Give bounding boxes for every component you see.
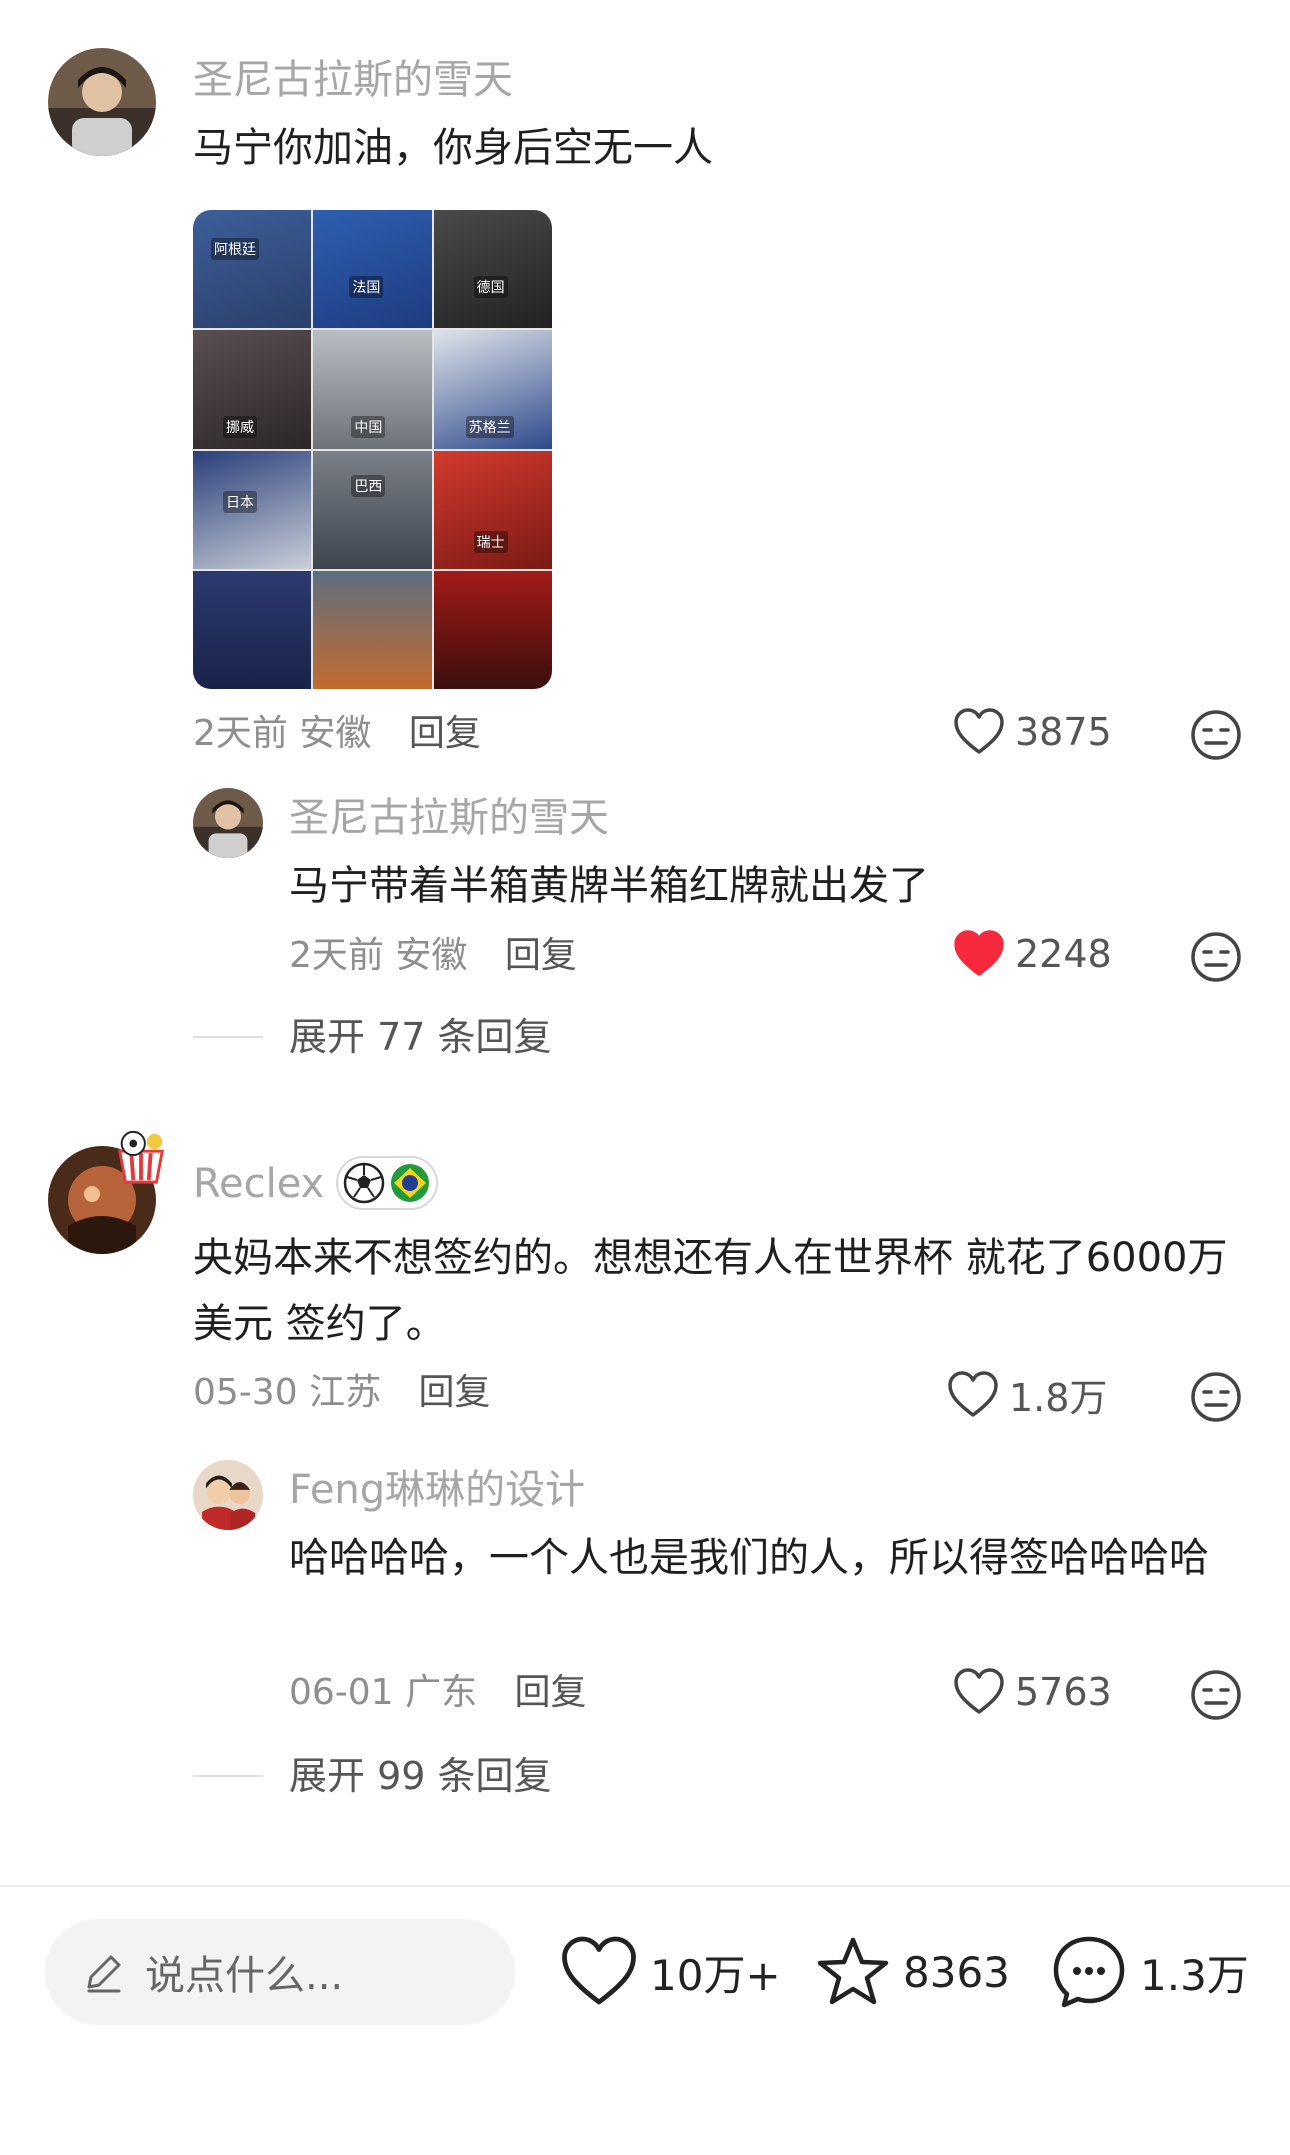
collage-cell: 瑞士	[433, 450, 552, 569]
comment-meta: 2天前 安徽 回复	[193, 716, 481, 752]
heart-icon	[948, 1370, 998, 1417]
comment-date: 05-30	[193, 1372, 298, 1413]
comment-meta: 05-30 江苏 回复	[193, 1375, 491, 1411]
reply-location: 广东	[405, 1672, 478, 1713]
soccer-badge-icon	[117, 1130, 165, 1184]
reply-date: 2天前	[289, 935, 384, 976]
reply-location: 安徽	[395, 935, 468, 976]
collage-cell: 阿根廷	[193, 210, 312, 329]
collage-label: 瑞士	[473, 530, 508, 553]
collage-cell: 挪威	[193, 330, 312, 449]
collage-cell: 日本	[193, 450, 312, 569]
collage-label: 挪威	[223, 416, 257, 439]
avatar[interactable]	[193, 788, 263, 858]
reply-text: 马宁带着半箱黄牌半箱红牌就出发了	[289, 863, 929, 909]
comment-location: 安徽	[299, 713, 372, 754]
collage-label: 中国	[351, 416, 386, 439]
avatar[interactable]	[193, 1460, 263, 1530]
reply-button[interactable]: 回复	[515, 1672, 587, 1713]
reply-date: 06-01	[289, 1672, 394, 1713]
collage-cell: 中国	[313, 330, 432, 449]
favorite-button[interactable]: 8363	[815, 1927, 1010, 2017]
collage-label: 巴西	[351, 474, 386, 497]
expand-divider	[193, 1036, 263, 1038]
post-like-button[interactable]: 10万+	[560, 1927, 781, 2017]
user-badge	[336, 1156, 438, 1210]
reply-button[interactable]: 回复	[419, 1372, 491, 1413]
heart-icon	[954, 930, 1004, 976]
collage-cell: 法国	[313, 210, 432, 329]
comment-date: 2天前	[193, 713, 288, 754]
collage-cell	[313, 570, 432, 689]
comment-username[interactable]: 圣尼古拉斯的雪天	[193, 60, 513, 100]
heart-icon	[954, 1668, 1004, 1714]
reply-username[interactable]: 圣尼古拉斯的雪天	[289, 798, 609, 838]
pencil-icon	[87, 1955, 121, 1993]
comment-text: 央妈本来不想签约的。想想还有人在世界杯 就花了6000万美元 签约了。	[193, 1235, 1228, 1347]
reply-meta: 2天前 安徽 回复	[289, 938, 577, 974]
avatar[interactable]	[48, 48, 156, 156]
dislike-face-icon[interactable]	[1189, 1668, 1243, 1722]
collage-label: 日本	[223, 490, 257, 513]
like-count: 2248	[1015, 932, 1112, 976]
soccer-ball-icon	[343, 1162, 385, 1204]
reply-meta: 06-01 广东 回复	[289, 1675, 587, 1711]
collage-cell: 德国	[433, 210, 552, 329]
post-like-count: 10万+	[650, 1950, 781, 2000]
dislike-face-icon[interactable]	[1189, 1370, 1243, 1424]
bottom-action-bar: 说点什么... 10万+ 8363 1.3万	[0, 1885, 1290, 2155]
collage-label: 法国	[349, 276, 384, 298]
comment-image[interactable]: 阿根廷 法国 德国 挪威 中国 苏格兰 日本 巴西 瑞士	[193, 210, 552, 689]
expand-replies-button[interactable]: 展开 99 条回复	[289, 1757, 552, 1795]
favorite-count: 8363	[903, 1947, 1010, 1997]
like-count: 1.8万	[1009, 1376, 1108, 1420]
comment-location: 江苏	[309, 1372, 382, 1413]
comments-button[interactable]: 1.3万	[1050, 1927, 1249, 2017]
collage-cell: 苏格兰	[433, 330, 552, 449]
like-button[interactable]: 1.8万	[947, 1367, 1107, 1422]
reply-button[interactable]: 回复	[505, 935, 577, 976]
dislike-face-icon[interactable]	[1189, 708, 1243, 762]
collage-cell: 巴西	[313, 450, 432, 569]
collage-label: 苏格兰	[465, 416, 514, 439]
reply-username[interactable]: Feng琳琳的设计	[289, 1470, 585, 1510]
like-button[interactable]: 3875	[953, 708, 1112, 756]
collage-label: 阿根廷	[211, 238, 259, 260]
comment-input[interactable]: 说点什么...	[45, 1919, 515, 2025]
like-button[interactable]: 2248	[953, 930, 1112, 978]
expand-divider	[193, 1775, 263, 1777]
heart-icon	[954, 708, 1004, 754]
reply-button[interactable]: 回复	[409, 713, 481, 754]
collage-label: 德国	[473, 276, 508, 298]
collage-cell	[433, 570, 552, 689]
collage-cell	[193, 570, 312, 689]
heart-icon	[562, 1936, 636, 2005]
comment-bubble-icon	[1053, 1936, 1125, 2008]
comments-count: 1.3万	[1140, 1950, 1249, 2000]
dislike-face-icon[interactable]	[1189, 930, 1243, 984]
like-button[interactable]: 5763	[953, 1668, 1112, 1716]
comment-input-placeholder: 说点什么...	[145, 1953, 344, 1999]
reply-text: 哈哈哈哈，一个人也是我们的人，所以得签哈哈哈哈	[289, 1535, 1209, 1581]
brazil-flag-icon	[391, 1164, 429, 1202]
like-count: 3875	[1015, 710, 1112, 754]
comment-text: 马宁你加油，你身后空无一人	[193, 125, 713, 171]
like-count: 5763	[1015, 1670, 1112, 1714]
expand-replies-button[interactable]: 展开 77 条回复	[289, 1018, 552, 1056]
star-icon	[817, 1937, 889, 2005]
comment-username[interactable]: Reclex	[193, 1164, 324, 1204]
